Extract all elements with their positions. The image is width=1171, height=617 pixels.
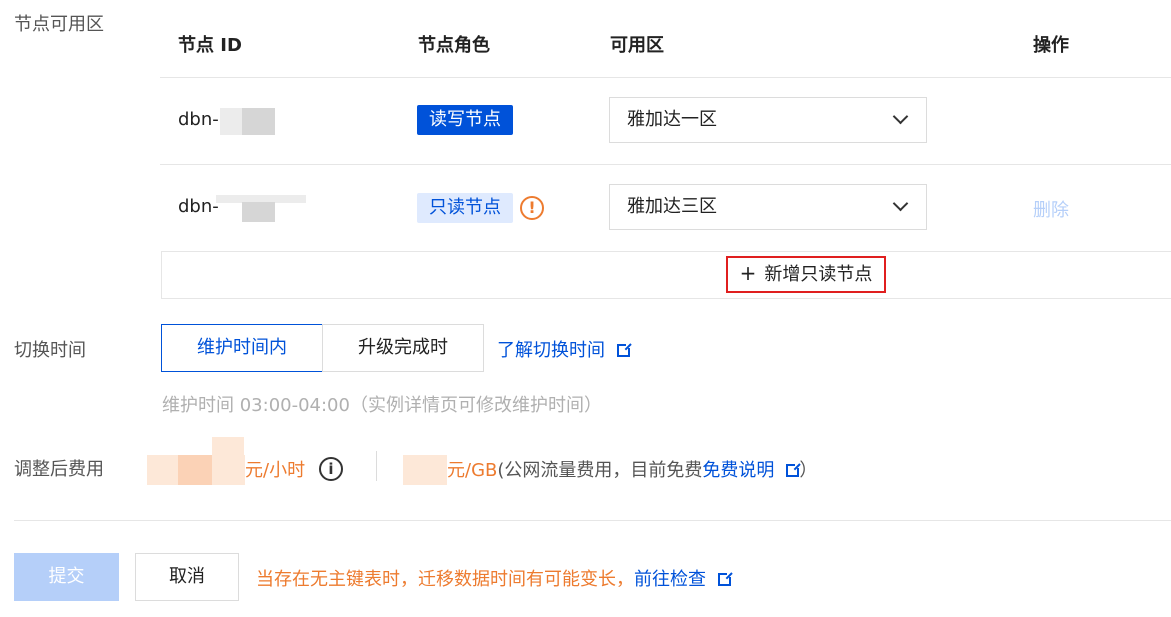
warning-text: 当存在无主键表时，迁移数据时间有可能变长，: [256, 569, 634, 590]
price-unit-hour: 元/小时: [245, 460, 306, 481]
zone-select-row-1[interactable]: 雅加达一区: [609, 97, 927, 143]
role-tag-read-only: 只读节点: [417, 193, 513, 223]
info-icon[interactable]: i: [319, 457, 343, 481]
zone-select-value: 雅加达三区: [627, 196, 717, 217]
fee-divider: [376, 451, 377, 481]
add-button-label: 新增只读节点: [764, 264, 873, 285]
go-check-link[interactable]: 前往检查: [634, 569, 706, 590]
delete-link[interactable]: 删除: [1033, 196, 1069, 222]
redacted-price-mask: [178, 455, 212, 485]
switch-section-label: 切换时间: [14, 340, 86, 361]
role-tag-read-write: 读写节点: [417, 105, 513, 135]
maintenance-hint: 维护时间 03:00-04:00（实例详情页可修改维护时间）: [162, 395, 602, 416]
gb-note: (公网流量费用，目前免费: [497, 460, 703, 481]
footer-divider: [14, 520, 1171, 521]
warning-icon[interactable]: !: [520, 196, 544, 220]
option-upgrade-complete[interactable]: 升级完成时: [322, 324, 484, 372]
column-header-node-role: 节点角色: [418, 35, 490, 56]
redacted-id-mask: [242, 108, 275, 135]
price-gb-line: 元/GB(公网流量费用，目前免费免费说明 ）: [447, 456, 817, 482]
table-row-1-node-id: dbn-i: [178, 109, 224, 130]
redacted-id-mask: [242, 202, 275, 222]
row-divider: [160, 164, 1171, 165]
table-row-2-node-id: dbn-: [178, 196, 219, 217]
redacted-price-mask: [212, 437, 244, 457]
redacted-id-mask: [220, 108, 242, 135]
zone-select-value: 雅加达一区: [627, 109, 717, 130]
fee-section-label: 调整后费用: [14, 459, 104, 480]
plus-icon: +: [739, 261, 757, 285]
submit-button[interactable]: 提交: [14, 553, 119, 601]
cancel-button[interactable]: 取消: [135, 553, 239, 601]
chevron-down-icon: [892, 108, 909, 125]
external-link-icon: [786, 462, 802, 477]
column-header-zone: 可用区: [610, 35, 664, 56]
add-node-row: [161, 251, 1171, 299]
chevron-down-icon: [892, 195, 909, 212]
learn-switch-time-link[interactable]: 了解切换时间: [497, 336, 632, 362]
zone-section-label: 节点可用区: [14, 14, 104, 35]
gb-note-close: ）: [799, 460, 818, 481]
column-header-node-id: 节点 ID: [178, 35, 242, 56]
header-divider: [160, 77, 1171, 78]
learn-link-label: 了解切换时间: [497, 340, 605, 361]
free-explanation-link[interactable]: 免费说明: [702, 460, 774, 481]
redacted-price-mask: [403, 455, 447, 485]
option-maintenance-window[interactable]: 维护时间内: [161, 324, 323, 372]
column-header-action: 操作: [1033, 35, 1069, 56]
footer-warning: 当存在无主键表时，迁移数据时间有可能变长，前往检查: [256, 565, 733, 591]
external-link-icon: [617, 342, 632, 357]
zone-select-row-2[interactable]: 雅加达三区: [609, 184, 927, 230]
add-readonly-node-button[interactable]: + 新增只读节点: [726, 256, 886, 293]
external-link-icon: [718, 571, 733, 586]
price-unit-gb: 元/GB: [447, 460, 498, 481]
